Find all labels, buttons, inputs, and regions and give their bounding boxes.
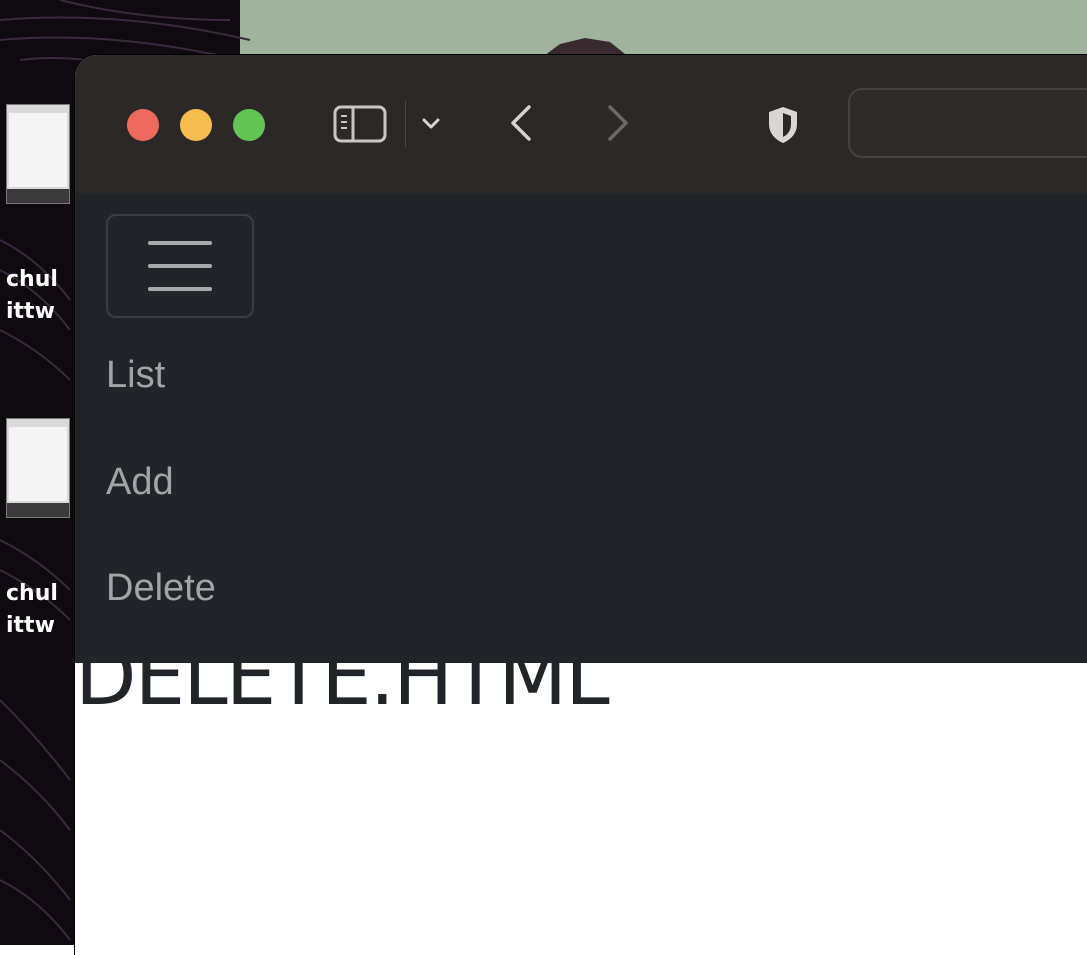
toolbar-divider	[405, 100, 406, 148]
forward-icon[interactable]	[600, 101, 636, 145]
chevron-down-icon[interactable]	[418, 111, 444, 137]
hamburger-icon-bar	[148, 287, 212, 291]
desktop-file-label-line1: chul	[6, 581, 58, 606]
desktop-file-label-line2: ittw	[6, 299, 55, 324]
browser-window: List Add Delete	[75, 55, 1087, 955]
hamburger-icon-bar	[148, 241, 212, 245]
navbar-toggle-button[interactable]	[106, 214, 254, 318]
desktop-file-label[interactable]: chul ittw	[6, 264, 76, 328]
nav-link-list[interactable]: List	[106, 353, 165, 397]
desktop-file-label-line2: ittw	[6, 613, 55, 638]
zoom-window-button[interactable]	[233, 109, 265, 141]
nav-link-add[interactable]: Add	[106, 460, 174, 504]
shield-icon[interactable]	[763, 103, 803, 147]
back-icon[interactable]	[503, 101, 539, 145]
wallpaper-sky	[240, 0, 1087, 60]
desktop-file-label-line1: chul	[6, 267, 58, 292]
nav-link-delete[interactable]: Delete	[106, 566, 216, 610]
desktop-file-thumbnail[interactable]	[6, 104, 70, 204]
page-title: DELETE.HTML	[75, 630, 610, 723]
browser-toolbar	[75, 55, 1087, 194]
desktop-file-thumbnail[interactable]	[6, 418, 70, 518]
close-window-button[interactable]	[127, 109, 159, 141]
sidebar-icon[interactable]	[332, 103, 388, 145]
desktop-file-label[interactable]: chul ittw	[6, 578, 76, 642]
minimize-window-button[interactable]	[180, 109, 212, 141]
hamburger-icon-bar	[148, 264, 212, 268]
address-bar[interactable]	[848, 88, 1087, 158]
site-navbar: List Add Delete	[75, 193, 1087, 663]
